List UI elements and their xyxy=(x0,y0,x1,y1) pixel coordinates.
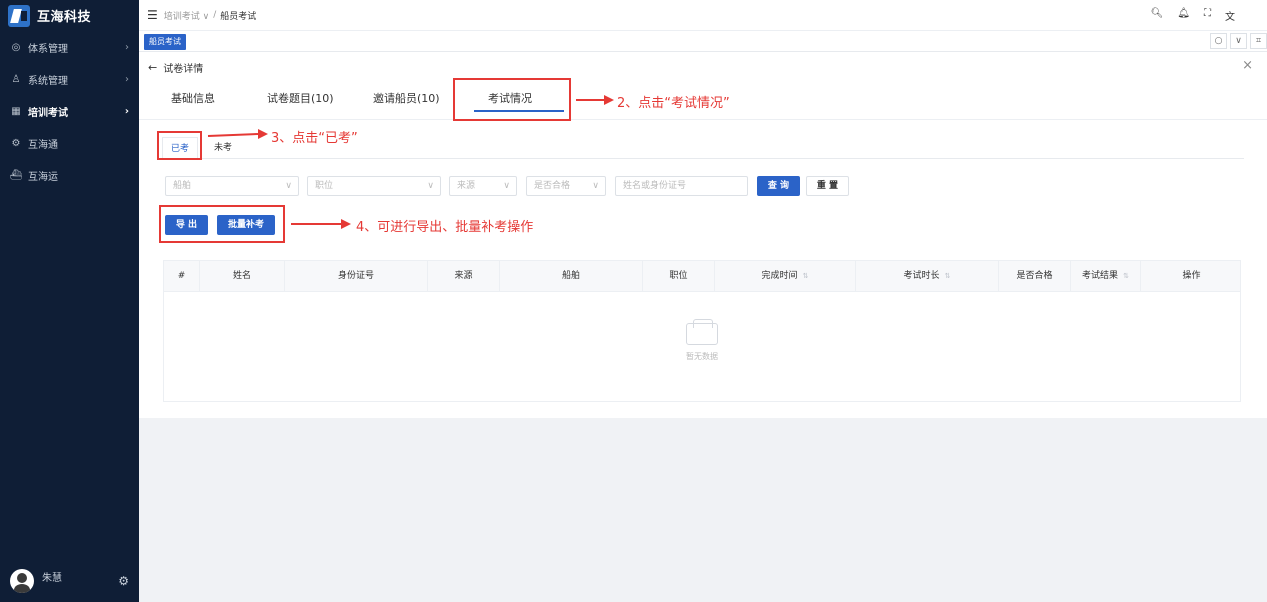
annotation-step3: 3、点击“已考” xyxy=(271,131,358,146)
settings-icon: ⚙ xyxy=(11,137,21,149)
back-arrow-icon[interactable]: ← xyxy=(148,61,157,74)
sidebar-item-system[interactable]: ◎ 体系管理 › xyxy=(0,31,139,63)
table-header: # 姓名 身份证号 来源 船舶 职位 完成时间 ⇅ 考试时长 ⇅ 是否合格 考试结果… xyxy=(164,261,1240,292)
fullscreen-icon[interactable]: ⛶ xyxy=(1204,8,1211,23)
breadcrumb-parent[interactable]: 培训考试 ∨ xyxy=(164,9,209,22)
sidebar: 互海科技 ◎ 体系管理 › ♙ 系统管理 › ▦ 培训考试 › ⚙ 互海通 ⛴ … xyxy=(0,0,139,602)
search-input-placeholder: 姓名或身份证号 xyxy=(623,181,687,191)
sidebar-item-hht[interactable]: ⚙ 互海通 xyxy=(0,127,139,159)
menu-fold-icon[interactable]: ☰ xyxy=(147,8,158,22)
column-header-actions: 操作 xyxy=(1182,271,1201,281)
avatar[interactable] xyxy=(10,569,34,593)
query-button[interactable]: 查 询 xyxy=(757,176,800,196)
qualified-select-placeholder: 是否合格 xyxy=(534,181,571,191)
column-header-qualified: 是否合格 xyxy=(999,261,1071,292)
tag-bar: 船员考试 ○ ∨ ⌗ xyxy=(139,31,1267,52)
column-header-duration[interactable]: 考试时长 ⇅ xyxy=(856,261,999,292)
qualified-select[interactable]: 是否合格 ∨ xyxy=(526,176,606,196)
translate-icon[interactable]: 文 xyxy=(1225,8,1235,23)
annotation-box-taken xyxy=(157,131,202,160)
chevron-down-icon[interactable]: ∨ xyxy=(1230,33,1247,49)
annotation-step2: 2、点击“考试情况” xyxy=(617,96,730,111)
sidebar-item-hhy[interactable]: ⛴ 互海运 xyxy=(0,159,139,191)
gear-icon[interactable]: ⚙ xyxy=(118,574,129,588)
chevron-right-icon: › xyxy=(125,41,129,53)
top-icons: 🔍︎ 🔔︎ ⛶ 文 xyxy=(1151,8,1235,23)
annotation-box-exam-status xyxy=(453,78,571,121)
chevron-right-icon: › xyxy=(124,105,129,117)
panel-title: 试卷详情 xyxy=(163,64,204,75)
breadcrumb-separator: / xyxy=(213,10,217,20)
sidebar-item-settings[interactable]: ♙ 系统管理 › xyxy=(0,63,139,95)
ship-icon: ⛴ xyxy=(9,169,23,181)
chevron-down-icon: ∨ xyxy=(427,181,434,191)
tag-tools: ○ ∨ ⌗ xyxy=(1207,33,1267,49)
sidebar-item-label: 培训考试 xyxy=(28,107,68,119)
top-header: ☰ 培训考试 ∨ / 船员考试 🔍︎ 🔔︎ ⛶ 文 xyxy=(139,0,1267,31)
refresh-icon[interactable]: ○ xyxy=(1210,33,1227,49)
annotation-arrow-step3 xyxy=(207,129,268,139)
annotation-step4: 4、可进行导出、批量补考操作 xyxy=(356,220,534,235)
search-icon[interactable]: 🔍︎ xyxy=(1151,8,1164,23)
column-header-source: 来源 xyxy=(428,261,500,292)
column-header-index: # xyxy=(164,261,200,292)
column-header-finish-time-label: 完成时间 xyxy=(761,271,798,281)
sidebar-item-training[interactable]: ▦ 培训考试 › xyxy=(0,95,139,127)
expand-icon[interactable]: ⌗ xyxy=(1250,33,1267,49)
tab-invited-crew[interactable]: 邀请船员(10) xyxy=(373,90,440,106)
reset-button[interactable]: 重 置 xyxy=(806,176,849,196)
empty-inbox-icon xyxy=(686,319,718,345)
position-select[interactable]: 职位 ∨ xyxy=(307,176,441,196)
user-name: 朱慧 xyxy=(42,572,62,584)
annotation-box-actions xyxy=(159,205,285,243)
column-header-ship: 船舶 xyxy=(500,261,643,292)
sidebar-item-label: 互海运 xyxy=(28,171,58,183)
chevron-down-icon: ∨ xyxy=(503,181,510,191)
sidebar-item-label: 互海通 xyxy=(28,139,58,151)
empty-state: 暂无数据 xyxy=(164,319,1240,362)
tab-questions[interactable]: 试卷题目(10) xyxy=(267,90,334,106)
user-icon: ♙ xyxy=(11,73,21,85)
breadcrumb-current: 船员考试 xyxy=(220,11,257,22)
column-header-name: 姓名 xyxy=(200,261,285,292)
panel-header: ← 试卷详情 xyxy=(148,60,203,75)
column-header-id: 身份证号 xyxy=(285,261,428,292)
annotation-arrow-step2 xyxy=(576,95,614,105)
empty-text: 暂无数据 xyxy=(686,352,718,361)
sort-icon[interactable]: ⇅ xyxy=(803,272,809,280)
chevron-down-icon: ∨ xyxy=(285,181,292,191)
column-header-result[interactable]: 考试结果 ⇅ xyxy=(1071,261,1141,292)
tag-crew-exam[interactable]: 船员考试 xyxy=(144,34,186,50)
exam-status-content: 已考 未考 船舶 ∨ 职位 ∨ 来源 ∨ 是否合格 ∨ 姓名或身份证号 查 询 … xyxy=(149,122,1244,402)
exam-result-table: # 姓名 身份证号 来源 船舶 职位 完成时间 ⇅ 考试时长 ⇅ 是否合格 考试结果… xyxy=(163,260,1241,402)
source-select-placeholder: 来源 xyxy=(457,181,476,191)
brand-name: 互海科技 xyxy=(37,10,92,25)
column-header-position: 职位 xyxy=(643,261,715,292)
grid-icon: ▦ xyxy=(11,105,21,117)
brand-logo[interactable]: 互海科技 xyxy=(0,0,139,31)
ship-select-placeholder: 船舶 xyxy=(173,181,192,191)
column-header-result-label: 考试结果 xyxy=(1082,271,1119,281)
tab-basic-info[interactable]: 基础信息 xyxy=(171,90,215,106)
column-header-finish-time[interactable]: 完成时间 ⇅ xyxy=(715,261,856,292)
chevron-down-icon: ∨ xyxy=(592,181,599,191)
close-icon[interactable]: × xyxy=(1242,58,1253,73)
position-select-placeholder: 职位 xyxy=(315,181,334,191)
chevron-right-icon: › xyxy=(125,73,129,85)
sidebar-item-label: 系统管理 xyxy=(28,75,68,87)
column-header-duration-label: 考试时长 xyxy=(903,271,940,281)
sort-icon[interactable]: ⇅ xyxy=(1123,272,1129,280)
ship-select[interactable]: 船舶 ∨ xyxy=(165,176,299,196)
ism-icon: ◎ xyxy=(11,41,21,53)
annotation-arrow-step4 xyxy=(291,219,351,229)
sort-icon[interactable]: ⇅ xyxy=(945,272,951,280)
user-block: 朱慧 ⚙ xyxy=(10,568,129,594)
brand-logo-icon xyxy=(8,4,30,27)
name-id-search-input[interactable]: 姓名或身份证号 xyxy=(615,176,748,196)
source-select[interactable]: 来源 ∨ xyxy=(449,176,517,196)
bell-icon[interactable]: 🔔︎ xyxy=(1177,8,1190,23)
sidebar-item-label: 体系管理 xyxy=(28,43,68,55)
